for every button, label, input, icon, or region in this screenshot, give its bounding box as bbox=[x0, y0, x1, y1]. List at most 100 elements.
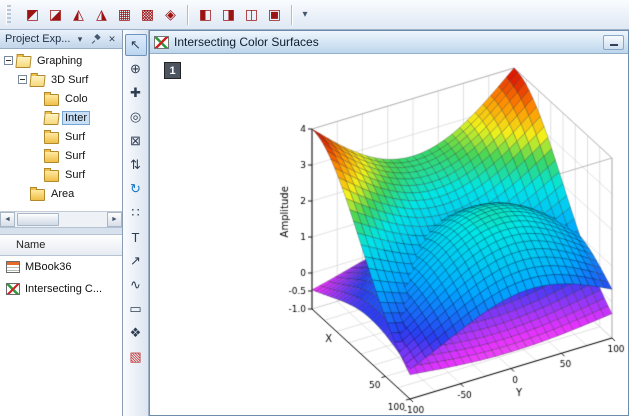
image-plot-button[interactable]: ▣ bbox=[263, 3, 286, 26]
tree-item-area[interactable]: Area bbox=[0, 184, 122, 203]
zoom-tool-button[interactable]: ⊕ bbox=[125, 58, 147, 80]
tree-item-label: Surf bbox=[65, 149, 86, 162]
insert-graph-icon: ▧ bbox=[129, 349, 142, 364]
3d-bars-button[interactable]: ◭ bbox=[67, 3, 90, 26]
tree-item-surface-1[interactable]: Surf bbox=[0, 127, 122, 146]
toolbar-separator bbox=[187, 4, 189, 25]
tree-item-surface-2[interactable]: Surf bbox=[0, 146, 122, 165]
scrollbar-track[interactable] bbox=[15, 212, 107, 227]
scroll-left-icon: ◄ bbox=[4, 216, 11, 223]
3d-surface-icon: ◈ bbox=[165, 6, 176, 22]
3d-surface-button[interactable]: ◈ bbox=[159, 3, 182, 26]
3d-walls-button[interactable]: ▦ bbox=[113, 3, 136, 26]
origin-app: { "toolbar_top": { "buttons": [ {"name":… bbox=[0, 0, 629, 416]
rectangle-icon: ▭ bbox=[129, 301, 142, 316]
graph-window: Intersecting Color Surfaces 1 bbox=[149, 30, 629, 416]
pointer-icon: ↖ bbox=[130, 37, 141, 52]
3d-ribbons-icon: ◮ bbox=[96, 6, 107, 22]
folder-icon bbox=[44, 91, 59, 106]
graph-page: 1 bbox=[150, 54, 628, 415]
panel-splitter[interactable] bbox=[0, 227, 122, 235]
tree-item-graphing[interactable]: Graphing bbox=[0, 51, 122, 70]
file-item-label: MBook36 bbox=[25, 261, 72, 273]
file-item-intersecting-graph[interactable]: Intersecting C... bbox=[0, 278, 122, 300]
region-select-icon: ∷ bbox=[131, 205, 140, 220]
tree-item-label: 3D Surf bbox=[51, 73, 89, 86]
graph-window-title: Intersecting Color Surfaces bbox=[174, 35, 319, 49]
image-plot-icon: ▣ bbox=[267, 6, 282, 22]
arrow-tool-button[interactable]: ↗ bbox=[125, 250, 147, 272]
draw-data-tool-button[interactable]: ⇅ bbox=[125, 154, 147, 176]
file-item-label: Intersecting C... bbox=[25, 283, 103, 295]
data-reader-tool-button[interactable]: ✚ bbox=[125, 82, 147, 104]
3d-trajectory-button[interactable]: ◪ bbox=[44, 3, 67, 26]
folder-icon bbox=[44, 167, 59, 182]
minimize-button[interactable] bbox=[603, 34, 624, 50]
3d-scatter-icon: ◩ bbox=[25, 6, 40, 22]
3d-ribbons-button[interactable]: ◮ bbox=[90, 3, 113, 26]
region-select-tool-button[interactable]: ∷ bbox=[125, 202, 147, 224]
text-tool-button[interactable]: T bbox=[125, 226, 147, 248]
tree-horizontal-scrollbar[interactable]: ◄ ► bbox=[0, 211, 122, 227]
pan-tool-button[interactable]: ❖ bbox=[125, 322, 147, 344]
folder-open-icon bbox=[15, 55, 32, 68]
folder-icon bbox=[44, 148, 59, 163]
toolbar-overflow-button[interactable]: ▾ bbox=[298, 9, 312, 20]
collapse-icon[interactable] bbox=[18, 75, 27, 84]
panel-close-button[interactable]: ✕ bbox=[104, 31, 120, 47]
3d-waterfall-icon: ▩ bbox=[140, 6, 155, 22]
scroll-right-button[interactable]: ► bbox=[107, 212, 122, 227]
toolbar-separator bbox=[291, 4, 293, 25]
3d-waterfall-button[interactable]: ▩ bbox=[136, 3, 159, 26]
3d-scatter-button[interactable]: ◩ bbox=[21, 3, 44, 26]
tree-item-surface-3[interactable]: Surf bbox=[0, 165, 122, 184]
collapse-icon[interactable] bbox=[4, 56, 13, 65]
pan-icon: ❖ bbox=[129, 325, 142, 340]
gray-scale-map-icon: ◫ bbox=[244, 6, 259, 22]
curve-icon: ∿ bbox=[130, 277, 141, 292]
mask-tool-button[interactable]: ⊠ bbox=[125, 130, 147, 152]
contour-color-fill-button[interactable]: ◧ bbox=[194, 3, 217, 26]
file-item-mbook36[interactable]: MBook36 bbox=[0, 256, 122, 278]
tree-item-label: Graphing bbox=[37, 54, 83, 67]
graph-window-titlebar[interactable]: Intersecting Color Surfaces bbox=[150, 31, 628, 54]
tree-item-label: Colo bbox=[65, 92, 88, 105]
screen-reader-tool-button[interactable]: ◎ bbox=[125, 106, 147, 128]
gray-scale-map-button[interactable]: ◫ bbox=[240, 3, 263, 26]
rotate-icon: ↻ bbox=[130, 181, 141, 196]
scroll-left-button[interactable]: ◄ bbox=[0, 212, 15, 227]
pin-icon bbox=[91, 34, 101, 44]
rectangle-tool-button[interactable]: ▭ bbox=[125, 298, 147, 320]
contour-color-fill-icon: ◧ bbox=[198, 6, 213, 22]
project-tree: Graphing 3D Surf Colo Inter Surf Surf Su… bbox=[0, 49, 122, 211]
screen-reader-icon: ◎ bbox=[129, 109, 142, 124]
matrix-book-icon bbox=[6, 261, 20, 273]
tree-item-3d-surface[interactable]: 3D Surf bbox=[0, 70, 122, 89]
draw-data-icon: ⇅ bbox=[130, 157, 141, 172]
surface-plot-canvas[interactable] bbox=[150, 54, 628, 415]
3d-bars-icon: ◭ bbox=[73, 6, 84, 22]
panel-pin-button[interactable] bbox=[88, 31, 104, 47]
layer-1-button[interactable]: 1 bbox=[164, 62, 181, 79]
project-explorer-panel: Project Exp... ▾ ✕ Graphing 3D Surf Colo… bbox=[0, 30, 123, 416]
tree-item-color[interactable]: Colo bbox=[0, 89, 122, 108]
zoom-icon: ⊕ bbox=[130, 61, 141, 76]
rotate-3d-tool-button[interactable]: ↻ bbox=[125, 178, 147, 200]
contour-lines-icon: ◨ bbox=[221, 6, 236, 22]
data-reader-icon: ✚ bbox=[130, 85, 141, 100]
folder-open-icon bbox=[43, 112, 60, 125]
curve-tool-button[interactable]: ∿ bbox=[125, 274, 147, 296]
contour-lines-button[interactable]: ◨ bbox=[217, 3, 240, 26]
chevron-down-icon: ▾ bbox=[77, 33, 83, 44]
project-explorer-title: Project Exp... bbox=[5, 33, 71, 45]
pointer-tool-button[interactable]: ↖ bbox=[124, 34, 147, 56]
scrollbar-thumb[interactable] bbox=[17, 213, 59, 226]
insert-graph-tool-button[interactable]: ▧ bbox=[125, 346, 147, 368]
tree-item-intersecting[interactable]: Inter bbox=[0, 108, 122, 127]
project-explorer-header: Project Exp... ▾ ✕ bbox=[0, 30, 122, 49]
tree-item-label: Surf bbox=[65, 168, 86, 181]
panel-menu-button[interactable]: ▾ bbox=[72, 31, 88, 47]
folder-icon bbox=[44, 129, 59, 144]
files-column-header[interactable]: Name bbox=[0, 235, 122, 256]
toolbar-grip[interactable] bbox=[6, 4, 11, 25]
